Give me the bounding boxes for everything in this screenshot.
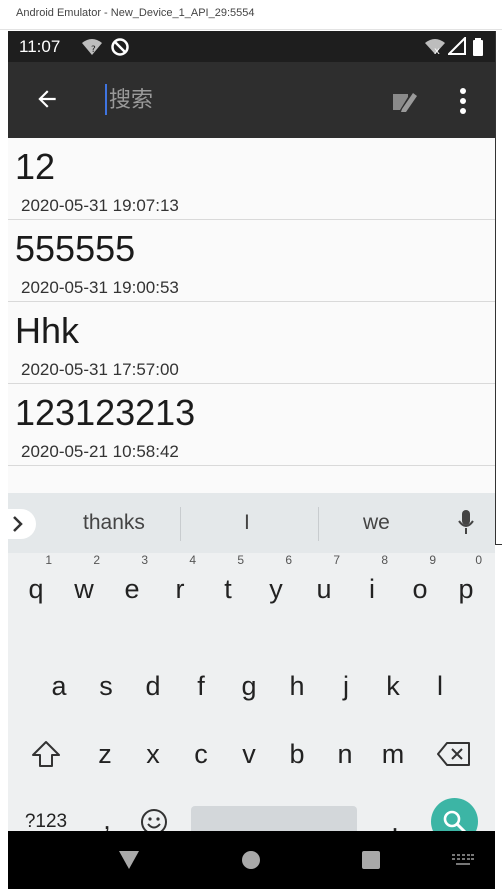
key-f[interactable]: f xyxy=(179,661,223,711)
status-time: 11:07 xyxy=(19,37,61,56)
notes-list: 12 2020-05-31 19:07:13 555555 2020-05-31… xyxy=(8,138,495,466)
soft-keyboard: thanks I we q1 w2 e3 r4 t5 y6 u7 i8 o9 p… xyxy=(8,493,495,845)
list-item[interactable]: 123123213 2020-05-21 10:58:42 xyxy=(8,384,495,466)
key-t[interactable]: t5 xyxy=(206,554,250,614)
note-date: 2020-05-31 19:00:53 xyxy=(21,278,179,297)
list-item[interactable]: Hhk 2020-05-31 17:57:00 xyxy=(8,302,495,384)
key-c[interactable]: c xyxy=(179,729,223,779)
key-o[interactable]: o9 xyxy=(398,554,442,614)
expand-suggestions-button[interactable] xyxy=(8,509,36,539)
key-e[interactable]: e3 xyxy=(110,554,154,614)
key-u[interactable]: u7 xyxy=(302,554,346,614)
home-circle-icon[interactable] xyxy=(241,850,261,870)
key-r[interactable]: r4 xyxy=(158,554,202,614)
note-title: 12 xyxy=(15,146,56,187)
app-bar xyxy=(8,62,495,138)
battery-icon xyxy=(473,38,483,56)
wifi-icon: x xyxy=(425,39,445,55)
suggestion-3[interactable]: we xyxy=(363,511,390,535)
edit-note-icon[interactable] xyxy=(392,88,418,112)
key-w[interactable]: w2 xyxy=(62,554,106,614)
data-saver-icon xyxy=(111,38,129,56)
more-vert-icon[interactable] xyxy=(456,86,470,116)
emulator-title-bar: Android Emulator - New_Device_1_API_29:5… xyxy=(0,0,502,30)
key-y[interactable]: y6 xyxy=(254,554,298,614)
key-v[interactable]: v xyxy=(227,729,271,779)
emulator-title: Android Emulator - New_Device_1_API_29:5… xyxy=(16,7,255,19)
key-d[interactable]: d xyxy=(131,661,175,711)
list-item[interactable]: 12 2020-05-31 19:07:13 xyxy=(8,138,495,220)
key-a[interactable]: a xyxy=(37,661,81,711)
list-item[interactable]: 555555 2020-05-31 19:00:53 xyxy=(8,220,495,302)
arrow-left-icon[interactable] xyxy=(34,86,60,112)
note-date: 2020-05-31 19:07:13 xyxy=(21,196,179,215)
wifi-unknown-icon: ? xyxy=(82,39,102,55)
svg-text:x: x xyxy=(434,46,440,55)
suggestion-2[interactable]: I xyxy=(244,511,250,535)
key-h[interactable]: h xyxy=(275,661,319,711)
svg-text:?: ? xyxy=(91,45,96,55)
key-i[interactable]: i8 xyxy=(350,554,394,614)
backspace-key[interactable] xyxy=(432,729,476,779)
back-triangle-icon[interactable] xyxy=(118,850,140,870)
key-g[interactable]: g xyxy=(227,661,271,711)
backspace-icon xyxy=(437,742,470,766)
system-nav-bar xyxy=(8,831,495,889)
suggestion-1[interactable]: thanks xyxy=(83,511,145,535)
key-l[interactable]: l xyxy=(418,661,462,711)
chevron-right-icon xyxy=(13,516,23,532)
key-s[interactable]: s xyxy=(84,661,128,711)
key-x[interactable]: x xyxy=(131,729,175,779)
divider xyxy=(318,507,319,541)
key-q[interactable]: q1 xyxy=(14,554,58,614)
note-date: 2020-05-31 17:57:00 xyxy=(21,360,179,379)
status-bar: 11:07 ? x xyxy=(8,31,495,62)
device-screen: 11:07 ? x 搜索 12 2020-05-31 19:07:13 5555… xyxy=(8,31,495,889)
emulator-side-panel xyxy=(495,31,502,545)
note-title: Hhk xyxy=(15,310,80,351)
key-j[interactable]: j xyxy=(324,661,368,711)
mic-icon[interactable] xyxy=(457,509,475,535)
shift-key[interactable] xyxy=(24,729,68,779)
note-title: 555555 xyxy=(15,228,136,269)
suggestion-strip: thanks I we xyxy=(8,493,495,553)
search-input[interactable] xyxy=(109,82,369,118)
note-date: 2020-05-21 10:58:42 xyxy=(21,442,179,461)
divider xyxy=(180,507,181,541)
shift-icon xyxy=(32,741,60,767)
key-m[interactable]: m xyxy=(371,729,415,779)
key-z[interactable]: z xyxy=(83,729,127,779)
recents-square-icon[interactable] xyxy=(361,850,381,870)
note-title: 123123213 xyxy=(15,392,196,433)
key-b[interactable]: b xyxy=(275,729,319,779)
keyboard-switch-icon[interactable] xyxy=(452,854,474,866)
text-cursor xyxy=(105,84,107,115)
key-p[interactable]: p0 xyxy=(444,554,488,614)
key-n[interactable]: n xyxy=(323,729,367,779)
key-k[interactable]: k xyxy=(371,661,415,711)
signal-icon xyxy=(448,37,466,55)
